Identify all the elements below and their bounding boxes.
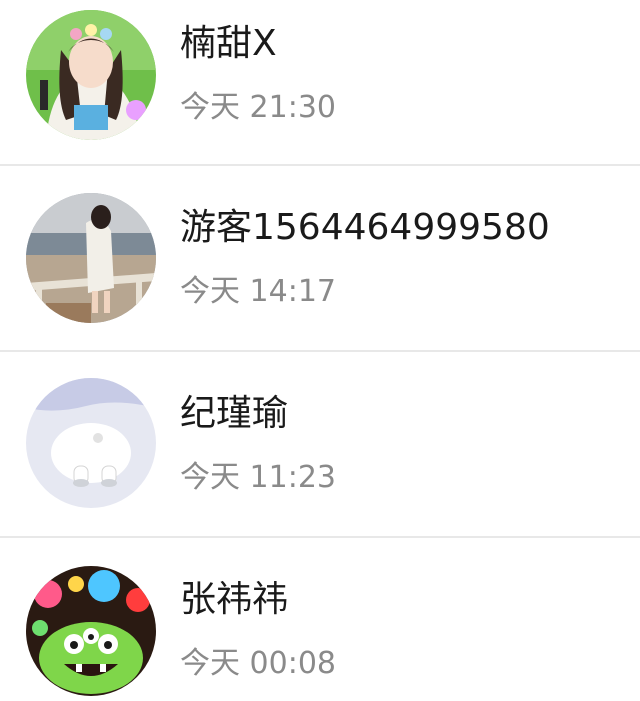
contact-list: 楠甜X 今天 21:30 游客1564464999580 今天 14:17 纪瑾… <box>0 0 640 701</box>
white-bear-avatar-icon <box>26 378 156 508</box>
avatar[interactable] <box>26 378 156 508</box>
girl-on-balcony-avatar-icon <box>26 193 156 323</box>
contact-name: 纪瑾瑜 <box>180 393 289 434</box>
contact-item[interactable]: 张祎祎 今天 00:08 <box>0 538 640 701</box>
green-monster-avatar-icon <box>26 566 156 696</box>
girl-with-flower-crown-avatar-icon <box>26 10 156 140</box>
avatar[interactable] <box>26 10 156 140</box>
contact-item[interactable]: 楠甜X 今天 21:30 <box>0 0 640 166</box>
avatar[interactable] <box>26 566 156 696</box>
contact-item[interactable]: 游客1564464999580 今天 14:17 <box>0 166 640 352</box>
contact-name: 游客1564464999580 <box>180 207 550 248</box>
contact-name: 楠甜X <box>180 23 277 64</box>
contact-time: 今天 14:17 <box>180 274 336 309</box>
contact-item[interactable]: 纪瑾瑜 今天 11:23 <box>0 352 640 538</box>
contact-time: 今天 11:23 <box>180 460 336 495</box>
contact-time: 今天 00:08 <box>180 646 336 681</box>
contact-time: 今天 21:30 <box>180 90 336 125</box>
contact-name: 张祎祎 <box>180 579 289 620</box>
avatar[interactable] <box>26 193 156 323</box>
